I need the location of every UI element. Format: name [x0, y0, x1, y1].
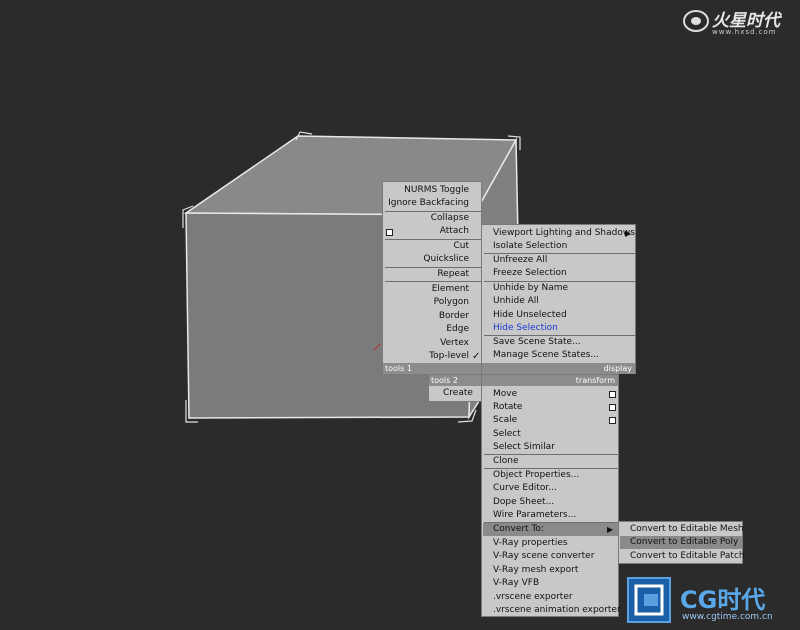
menu-item-clone[interactable]: Clone	[493, 455, 519, 468]
menu-item-viewport-lighting[interactable]: Viewport Lighting and Shadows	[493, 227, 635, 240]
menu-item-dope-sheet[interactable]: Dope Sheet...	[493, 496, 554, 509]
submenu-arrow-icon: ▶	[607, 525, 614, 534]
menu-item-vray-mesh-export[interactable]: V-Ray mesh export	[493, 564, 578, 577]
menu-item-create[interactable]: Create	[443, 387, 473, 400]
settings-box-icon[interactable]	[609, 391, 616, 398]
quad-tools2: tools 2 Create	[428, 374, 482, 402]
menu-item-hide-unselected[interactable]: Hide Unselected	[493, 309, 567, 322]
menu-item-polygon[interactable]: Polygon	[383, 296, 469, 309]
menu-item-rotate[interactable]: Rotate	[493, 401, 522, 414]
menu-item-isolate-selection[interactable]: Isolate Selection	[493, 240, 567, 253]
menu-item-edge[interactable]: Edge	[383, 323, 469, 336]
quad-display: Viewport Lighting and Shadows ▶ Isolate …	[481, 224, 636, 374]
menu-item-unhide-all[interactable]: Unhide All	[493, 295, 539, 308]
menu-item-attach[interactable]: Attach	[383, 225, 469, 238]
menu-item-scale[interactable]: Scale	[493, 414, 517, 427]
quad-header-transform: transform	[482, 375, 618, 386]
menu-item-freeze-selection[interactable]: Freeze Selection	[493, 267, 567, 280]
menu-item-select[interactable]: Select	[493, 428, 521, 441]
menu-item-save-scene-state[interactable]: Save Scene State...	[493, 336, 581, 349]
watermark-cg-url: www.cgtime.com.cn	[682, 612, 773, 622]
menu-item-object-properties[interactable]: Object Properties...	[493, 469, 579, 482]
watermark-hxsd: 火星时代 www.hxsd.com	[682, 6, 797, 36]
menu-item-unhide-by-name[interactable]: Unhide by Name	[493, 282, 568, 295]
quad-label-transform: transform	[575, 376, 615, 385]
menu-item-vray-scene-converter[interactable]: V-Ray scene converter	[493, 550, 594, 563]
quad-tools1: NURMS Toggle Ignore Backfacing Collapse …	[382, 181, 482, 374]
quad-label-display: display	[603, 364, 632, 373]
menu-item-unfreeze-all[interactable]: Unfreeze All	[493, 254, 547, 267]
watermark-cg-title: CG时代	[680, 586, 766, 614]
menu-item-top-level[interactable]: Top-level	[383, 350, 469, 363]
menu-item-element[interactable]: Element	[383, 283, 469, 296]
quad-label-tools2: tools 2	[431, 376, 458, 385]
menu-item-curve-editor[interactable]: Curve Editor...	[493, 482, 557, 495]
menu-item-vrscene-animation-exporter[interactable]: .vrscene animation exporter	[493, 604, 621, 617]
menu-item-ignore-backfacing[interactable]: Ignore Backfacing	[383, 197, 469, 210]
menu-item-nurms-toggle[interactable]: NURMS Toggle	[383, 184, 469, 197]
menu-item-collapse[interactable]: Collapse	[383, 212, 469, 225]
menu-item-select-similar[interactable]: Select Similar	[493, 441, 555, 454]
settings-box-icon[interactable]	[609, 404, 616, 411]
menu-item-move[interactable]: Move	[493, 388, 517, 401]
menu-item-wire-parameters[interactable]: Wire Parameters...	[493, 509, 576, 522]
settings-box-icon[interactable]	[609, 417, 616, 424]
menu-item-convert-editable-patch[interactable]: Convert to Editable Patch	[630, 550, 745, 563]
convert-submenu: Convert to Editable Mesh Convert to Edit…	[618, 521, 745, 564]
quad-header-tools2: tools 2	[429, 375, 481, 386]
quad-footer-display: display	[482, 363, 635, 374]
hxsd-logo-icon	[683, 10, 709, 32]
menu-item-vrscene-exporter[interactable]: .vrscene exporter	[493, 591, 573, 604]
submenu-arrow-icon: ▶	[625, 229, 632, 238]
menu-item-vray-properties[interactable]: V-Ray properties	[493, 537, 568, 550]
menu-item-repeat[interactable]: Repeat	[383, 268, 469, 281]
quad-footer-tools1: tools 1	[383, 363, 481, 374]
menu-item-cut[interactable]: Cut	[383, 240, 469, 253]
menu-item-hide-selection[interactable]: Hide Selection	[493, 322, 558, 335]
menu-separator	[385, 281, 481, 282]
menu-item-convert-editable-poly[interactable]: Convert to Editable Poly	[630, 536, 738, 549]
menu-item-vertex[interactable]: Vertex	[383, 337, 469, 350]
cgtime-logo-icon	[627, 577, 671, 623]
quad-transform: transform Move Rotate Scale Select Selec…	[481, 374, 621, 617]
menu-item-convert-to[interactable]: Convert To:	[493, 523, 544, 536]
menu-item-border[interactable]: Border	[383, 310, 469, 323]
watermark-url: www.hxsd.com	[712, 28, 777, 36]
checkmark-icon: ✓	[472, 351, 481, 362]
menu-item-vray-vfb[interactable]: V-Ray VFB	[493, 577, 539, 590]
quad-label-tools1: tools 1	[385, 364, 412, 373]
menu-item-convert-editable-mesh[interactable]: Convert to Editable Mesh	[630, 523, 744, 536]
menu-item-quickslice[interactable]: Quickslice	[383, 253, 469, 266]
menu-item-manage-scene-states[interactable]: Manage Scene States...	[493, 349, 599, 362]
watermark-cgtime: CG时代 www.cgtime.com.cn	[624, 574, 800, 630]
